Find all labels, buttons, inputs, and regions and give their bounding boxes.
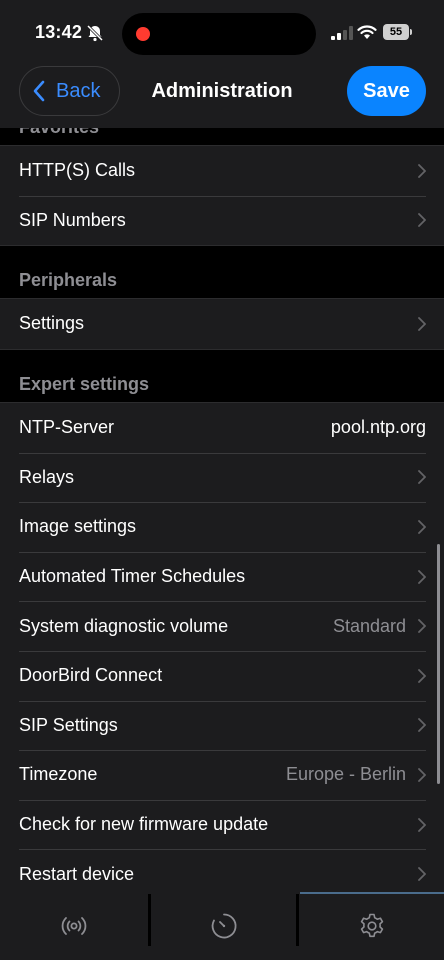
history-clock-icon bbox=[211, 913, 237, 939]
row-ntp-server[interactable]: NTP-Server pool.ntp.org bbox=[0, 403, 444, 453]
chevron-right-icon bbox=[418, 619, 426, 634]
tab-bar bbox=[0, 892, 444, 960]
chevron-right-icon bbox=[418, 718, 426, 733]
row-value: Standard bbox=[332, 615, 406, 636]
battery-icon: 55 bbox=[383, 24, 413, 40]
row-label: System diagnostic volume bbox=[19, 615, 229, 636]
row-label: Timezone bbox=[19, 764, 98, 785]
chevron-right-icon bbox=[418, 520, 426, 534]
status-time: 13:42 bbox=[35, 22, 83, 42]
wifi-icon bbox=[357, 25, 377, 39]
save-button[interactable]: Save bbox=[347, 66, 426, 116]
row-value: pool.ntp.org bbox=[330, 417, 426, 438]
section-header-peripherals: Peripherals bbox=[19, 270, 118, 290]
section-header-expert: Expert settings bbox=[19, 374, 150, 394]
row-diagnostic-volume[interactable]: System diagnostic volume Standard bbox=[0, 601, 444, 651]
chevron-right-icon bbox=[418, 817, 426, 832]
tab-settings[interactable] bbox=[298, 892, 444, 960]
favorites-group: HTTP(S) Calls SIP Numbers bbox=[0, 145, 444, 247]
chevron-right-icon bbox=[418, 163, 426, 178]
row-label: Automated Timer Schedules bbox=[19, 566, 246, 587]
chevron-right-icon bbox=[418, 569, 426, 584]
row-http-calls[interactable]: HTTP(S) Calls bbox=[0, 146, 444, 196]
row-peripheral-settings[interactable]: Settings bbox=[0, 299, 444, 349]
chevron-right-icon bbox=[418, 470, 426, 485]
settings-list[interactable]: Favorites HTTP(S) Calls SIP Numbers Peri… bbox=[0, 128, 444, 892]
dynamic-island bbox=[122, 13, 316, 55]
row-label: Relays bbox=[19, 466, 75, 487]
row-label: DoorBird Connect bbox=[19, 665, 163, 686]
row-label: Image settings bbox=[19, 516, 137, 537]
peripherals-group: Settings bbox=[0, 298, 444, 350]
settings-gear-icon bbox=[360, 913, 384, 938]
row-sip-numbers[interactable]: SIP Numbers bbox=[0, 195, 444, 246]
row-restart-device[interactable]: Restart device bbox=[0, 849, 444, 892]
live-broadcast-icon bbox=[61, 917, 87, 935]
row-relays[interactable]: Relays bbox=[0, 452, 444, 503]
chevron-right-icon bbox=[418, 768, 426, 782]
recording-indicator bbox=[136, 27, 150, 41]
row-value: Europe - Berlin bbox=[285, 764, 406, 785]
row-image-settings[interactable]: Image settings bbox=[0, 502, 444, 552]
section-header-favorites: Favorites bbox=[19, 128, 99, 138]
chevron-right-icon bbox=[418, 867, 426, 882]
row-label: Check for new firmware update bbox=[19, 814, 269, 835]
row-label: Restart device bbox=[19, 863, 135, 884]
tab-live[interactable] bbox=[0, 892, 148, 960]
row-label: HTTP(S) Calls bbox=[19, 160, 135, 181]
navigation-bar: Back Administration Save bbox=[0, 66, 444, 128]
row-firmware-update[interactable]: Check for new firmware update bbox=[0, 799, 444, 850]
chevron-right-icon bbox=[418, 316, 426, 331]
expert-settings-group: NTP-Server pool.ntp.org Relays Image set… bbox=[0, 402, 444, 892]
tab-history[interactable] bbox=[150, 892, 298, 960]
row-label: NTP-Server bbox=[19, 417, 115, 438]
chevron-right-icon bbox=[418, 213, 426, 228]
row-label: SIP Settings bbox=[19, 714, 118, 735]
row-doorbird-connect[interactable]: DoorBird Connect bbox=[0, 650, 444, 701]
status-bar: 13:42 55 bbox=[0, 0, 444, 66]
row-label: SIP Numbers bbox=[19, 209, 126, 230]
chevron-right-icon bbox=[418, 668, 426, 683]
row-sip-settings[interactable]: SIP Settings bbox=[0, 700, 444, 751]
row-label: Settings bbox=[19, 313, 85, 334]
battery-level: 55 bbox=[383, 24, 409, 40]
scrollbar[interactable] bbox=[437, 544, 440, 784]
row-timezone[interactable]: Timezone Europe - Berlin bbox=[0, 750, 444, 800]
bell-slash-icon bbox=[86, 24, 104, 42]
signal-icon bbox=[331, 26, 353, 40]
row-timer-schedules[interactable]: Automated Timer Schedules bbox=[0, 551, 444, 602]
